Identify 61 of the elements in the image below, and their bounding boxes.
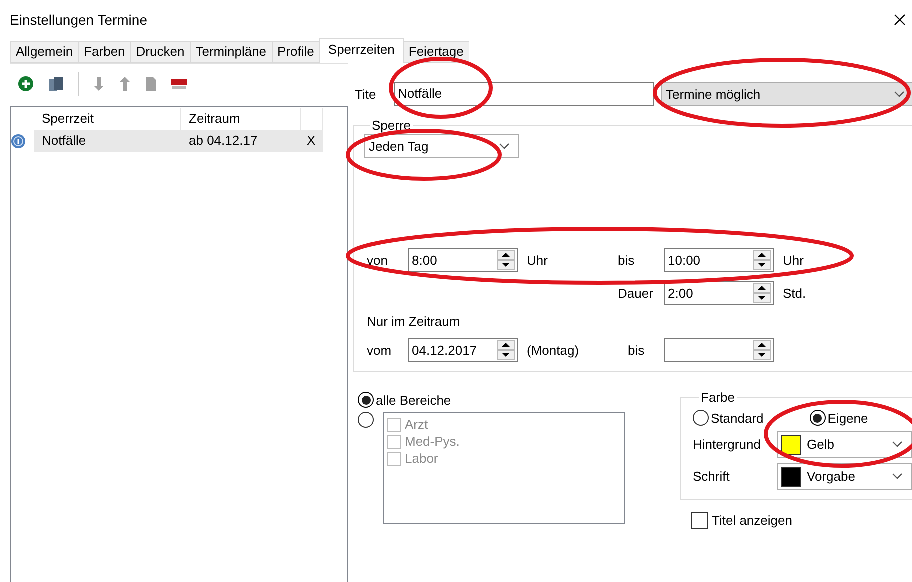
radio-button[interactable] [358,392,374,408]
radio-button[interactable] [810,410,826,426]
radio-button[interactable] [358,412,374,428]
delete-icon[interactable] [171,78,187,90]
tab[interactable]: Farben [78,41,130,63]
caret-icon [894,90,905,98]
remove-button[interactable]: X [301,130,323,152]
up-down-arrows-icon [497,250,515,270]
unit-label: Uhr [782,252,805,268]
field-label: von [366,252,388,268]
field-label: bis [627,342,646,358]
checkbox-label[interactable]: Titel anzeigen [712,513,792,528]
tab[interactable]: Profile [272,41,320,63]
field-label: bis [618,252,636,268]
unit-label: Uhr [526,252,549,268]
spin-field[interactable]: 2:00 [664,281,774,305]
color-dropdown[interactable]: Gelb [777,431,912,458]
table-cell[interactable]: Notfälle [34,130,181,152]
group-label: Farbe [700,390,736,405]
info-icon [11,134,26,148]
tab[interactable]: Terminpläne [190,41,272,63]
up-down-arrows-icon [497,340,515,360]
up-arrow-icon[interactable] [119,76,131,92]
title-field[interactable]: Notfälle [394,82,654,106]
field-label: Tite [354,86,378,102]
radio-label[interactable]: Eigene [828,410,868,426]
down-arrow-icon[interactable] [93,76,105,92]
tab[interactable]: Drucken [130,41,190,63]
table-cell[interactable]: ab 04.12.17 [181,130,301,152]
field-label: Schrift [693,469,731,484]
window-title: Einstellungen Termine [10,12,148,28]
spin-field[interactable]: 04.12.2017 [408,338,518,362]
spin-field[interactable]: 10:00 [664,248,774,272]
group-label: Sperre [371,118,412,133]
field-label: vom [366,342,392,358]
mode-dropdown[interactable]: Termine möglich [661,82,912,106]
tab[interactable]: Sperrzeiten [319,38,404,63]
copy-icon[interactable] [48,76,64,92]
field-label: Hintergrund [693,437,762,452]
section-label: Nur im Zeitraum [366,314,462,329]
add-icon[interactable] [18,76,34,92]
tab[interactable]: Allgemein [10,41,78,63]
radio-label[interactable]: Standard [711,410,764,426]
weekday-label: (Montag) [526,342,580,358]
close-icon[interactable] [894,14,906,26]
color-dropdown[interactable]: Vorgabe [777,463,912,490]
caret-icon [499,142,510,150]
up-down-arrows-icon [753,250,771,270]
repeat-dropdown[interactable]: Jeden Tag [364,134,519,158]
radio-button[interactable] [693,410,709,426]
field-label: Dauer [618,286,654,300]
up-down-arrows-icon [753,340,771,360]
checkbox[interactable] [691,512,708,529]
spin-field[interactable]: 8:00 [408,248,518,272]
caret-icon [892,473,903,480]
unit-label: Std. [782,286,808,300]
page-icon[interactable] [145,76,157,92]
spin-field[interactable] [664,338,774,362]
up-down-arrows-icon [753,283,771,303]
caret-icon [892,441,903,448]
radio-label[interactable]: alle Bereiche [376,392,452,408]
